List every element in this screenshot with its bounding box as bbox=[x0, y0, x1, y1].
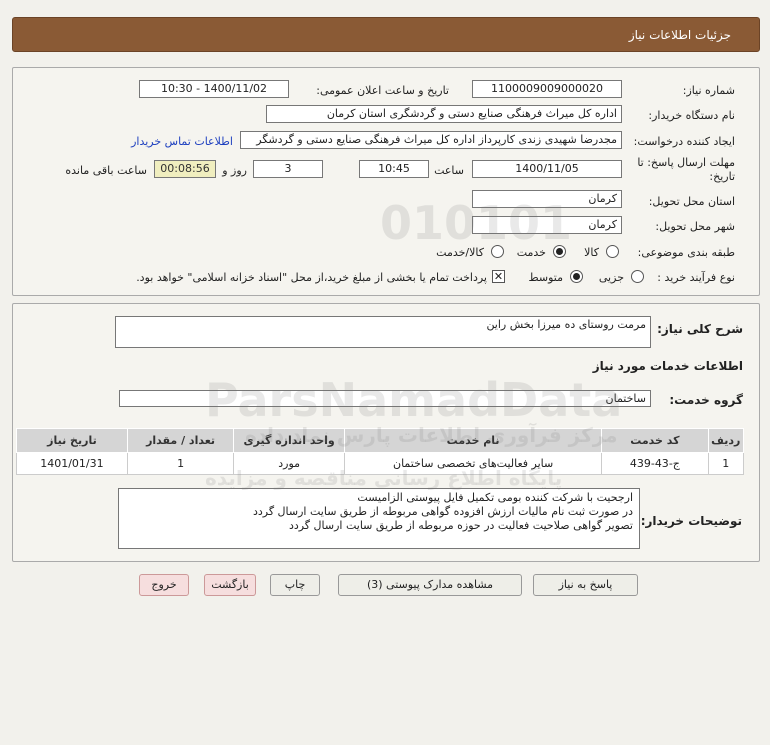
announce-field: 1400/11/02 - 10:30 bbox=[139, 80, 289, 98]
remaining-timer: 00:08:56 bbox=[154, 160, 216, 178]
cell-unit: مورد bbox=[233, 452, 346, 475]
cell-service-code: ج-43-439 bbox=[601, 452, 709, 475]
col-quantity: تعداد / مقدار bbox=[126, 428, 235, 453]
category-service-label: خدمت bbox=[516, 246, 546, 259]
buyer-contact-link[interactable]: اطلاعات تماس خریدار bbox=[131, 135, 233, 148]
cell-service-name: سایر فعالیت‌های تخصصی ساختمان bbox=[344, 452, 603, 475]
view-attachments-button[interactable]: مشاهده مدارک پیوستی (3) bbox=[338, 574, 522, 596]
buyer-note-line: تصویر گواهی صلاحیت فعالیت در حوزه مربوطه… bbox=[288, 519, 633, 532]
col-row-number: ردیف bbox=[707, 428, 745, 453]
need-number-field: 1100009009000020 bbox=[472, 80, 622, 98]
service-group-field: ساختمان bbox=[119, 390, 651, 407]
service-group-label: گروه خدمت: bbox=[669, 393, 743, 407]
buyer-notes-box: ارجحیت با شرکت کننده بومی تکمیل فایل پیو… bbox=[118, 488, 640, 549]
col-service-code: کد خدمت bbox=[601, 428, 709, 453]
need-description-field: مرمت روستای ده میرزا بخش راین bbox=[115, 316, 651, 348]
col-service-name: نام خدمت bbox=[344, 428, 603, 453]
process-medium-label: متوسط bbox=[528, 271, 563, 284]
page-header: جزئیات اطلاعات نیاز bbox=[12, 17, 760, 52]
deadline-label: مهلت ارسال پاسخ: تا bbox=[637, 156, 735, 169]
page-title: جزئیات اطلاعات نیاز bbox=[628, 28, 731, 42]
exit-button[interactable]: خروج bbox=[139, 574, 189, 596]
time-label: ساعت bbox=[434, 164, 464, 177]
need-number-label: شماره نیاز: bbox=[682, 84, 735, 97]
buyer-note-line: ارجحیت با شرکت کننده بومی تکمیل فایل پیو… bbox=[357, 491, 633, 504]
category-goods-service-label: کالا/خدمت bbox=[436, 246, 484, 259]
remaining-label: ساعت باقی مانده bbox=[65, 164, 147, 177]
reply-button[interactable]: پاسخ به نیاز bbox=[533, 574, 638, 596]
back-button[interactable]: بازگشت bbox=[204, 574, 256, 596]
category-service-radio[interactable] bbox=[553, 245, 566, 258]
process-medium-radio[interactable] bbox=[570, 270, 583, 283]
table-row: 1 ج-43-439 سایر فعالیت‌های تخصصی ساختمان… bbox=[16, 452, 745, 475]
services-section-title: اطلاعات خدمات مورد نیاز bbox=[592, 359, 743, 373]
buyer-notes-label: توضیحات خریدار: bbox=[640, 514, 742, 528]
deadline-label-date: تاریخ: bbox=[709, 170, 735, 183]
province-label: استان محل تحویل: bbox=[648, 195, 735, 208]
cell-need-date: 1401/01/31 bbox=[16, 452, 128, 475]
days-field: 3 bbox=[253, 160, 323, 178]
col-unit: واحد اندازه گیری bbox=[233, 428, 346, 453]
cell-row-number: 1 bbox=[707, 452, 745, 475]
cell-quantity: 1 bbox=[126, 452, 235, 475]
buyer-note-line: در صورت ثبت نام مالیات ارزش افزوده گواهی… bbox=[252, 505, 633, 518]
buyer-org-label: نام دستگاه خریدار: bbox=[648, 109, 735, 122]
deadline-date-field: 1400/11/05 bbox=[472, 160, 622, 178]
city-label: شهر محل تحویل: bbox=[655, 220, 735, 233]
category-goods-service-radio[interactable] bbox=[491, 245, 504, 258]
col-need-date: تاریخ نیاز bbox=[16, 428, 128, 453]
treasury-payment-checkbox[interactable]: ✕ bbox=[492, 270, 505, 283]
category-goods-label: کالا bbox=[584, 246, 599, 259]
need-info-panel: شماره نیاز: 1100009009000020 تاریخ و ساع… bbox=[12, 67, 760, 296]
days-label: روز و bbox=[222, 164, 247, 177]
deadline-time-field: 10:45 bbox=[359, 160, 429, 178]
buyer-org-field: اداره کل میراث فرهنگی صنایع دستی و گردشگ… bbox=[266, 105, 622, 123]
treasury-payment-note: پرداخت تمام یا بخشی از مبلغ خرید،از محل … bbox=[136, 271, 487, 284]
process-label: نوع فرآیند خرید : bbox=[657, 271, 735, 284]
need-description-label: شرح کلی نیاز: bbox=[657, 322, 743, 336]
requester-field: مجدرضا شهیدی زندی کارپرداز اداره کل میرا… bbox=[240, 131, 622, 149]
announce-label: تاریخ و ساعت اعلان عمومی: bbox=[316, 84, 449, 97]
city-field: کرمان bbox=[472, 216, 622, 234]
process-minor-label: جزیی bbox=[598, 271, 624, 284]
requester-label: ایجاد کننده درخواست: bbox=[633, 135, 735, 148]
print-button[interactable]: چاپ bbox=[270, 574, 320, 596]
category-label: طبقه بندی موضوعی: bbox=[637, 246, 735, 259]
process-minor-radio[interactable] bbox=[631, 270, 644, 283]
province-field: کرمان bbox=[472, 190, 622, 208]
category-goods-radio[interactable] bbox=[606, 245, 619, 258]
services-table: ردیف کد خدمت نام خدمت واحد اندازه گیری ت… bbox=[16, 428, 745, 475]
table-header-row: ردیف کد خدمت نام خدمت واحد اندازه گیری ت… bbox=[16, 428, 745, 453]
